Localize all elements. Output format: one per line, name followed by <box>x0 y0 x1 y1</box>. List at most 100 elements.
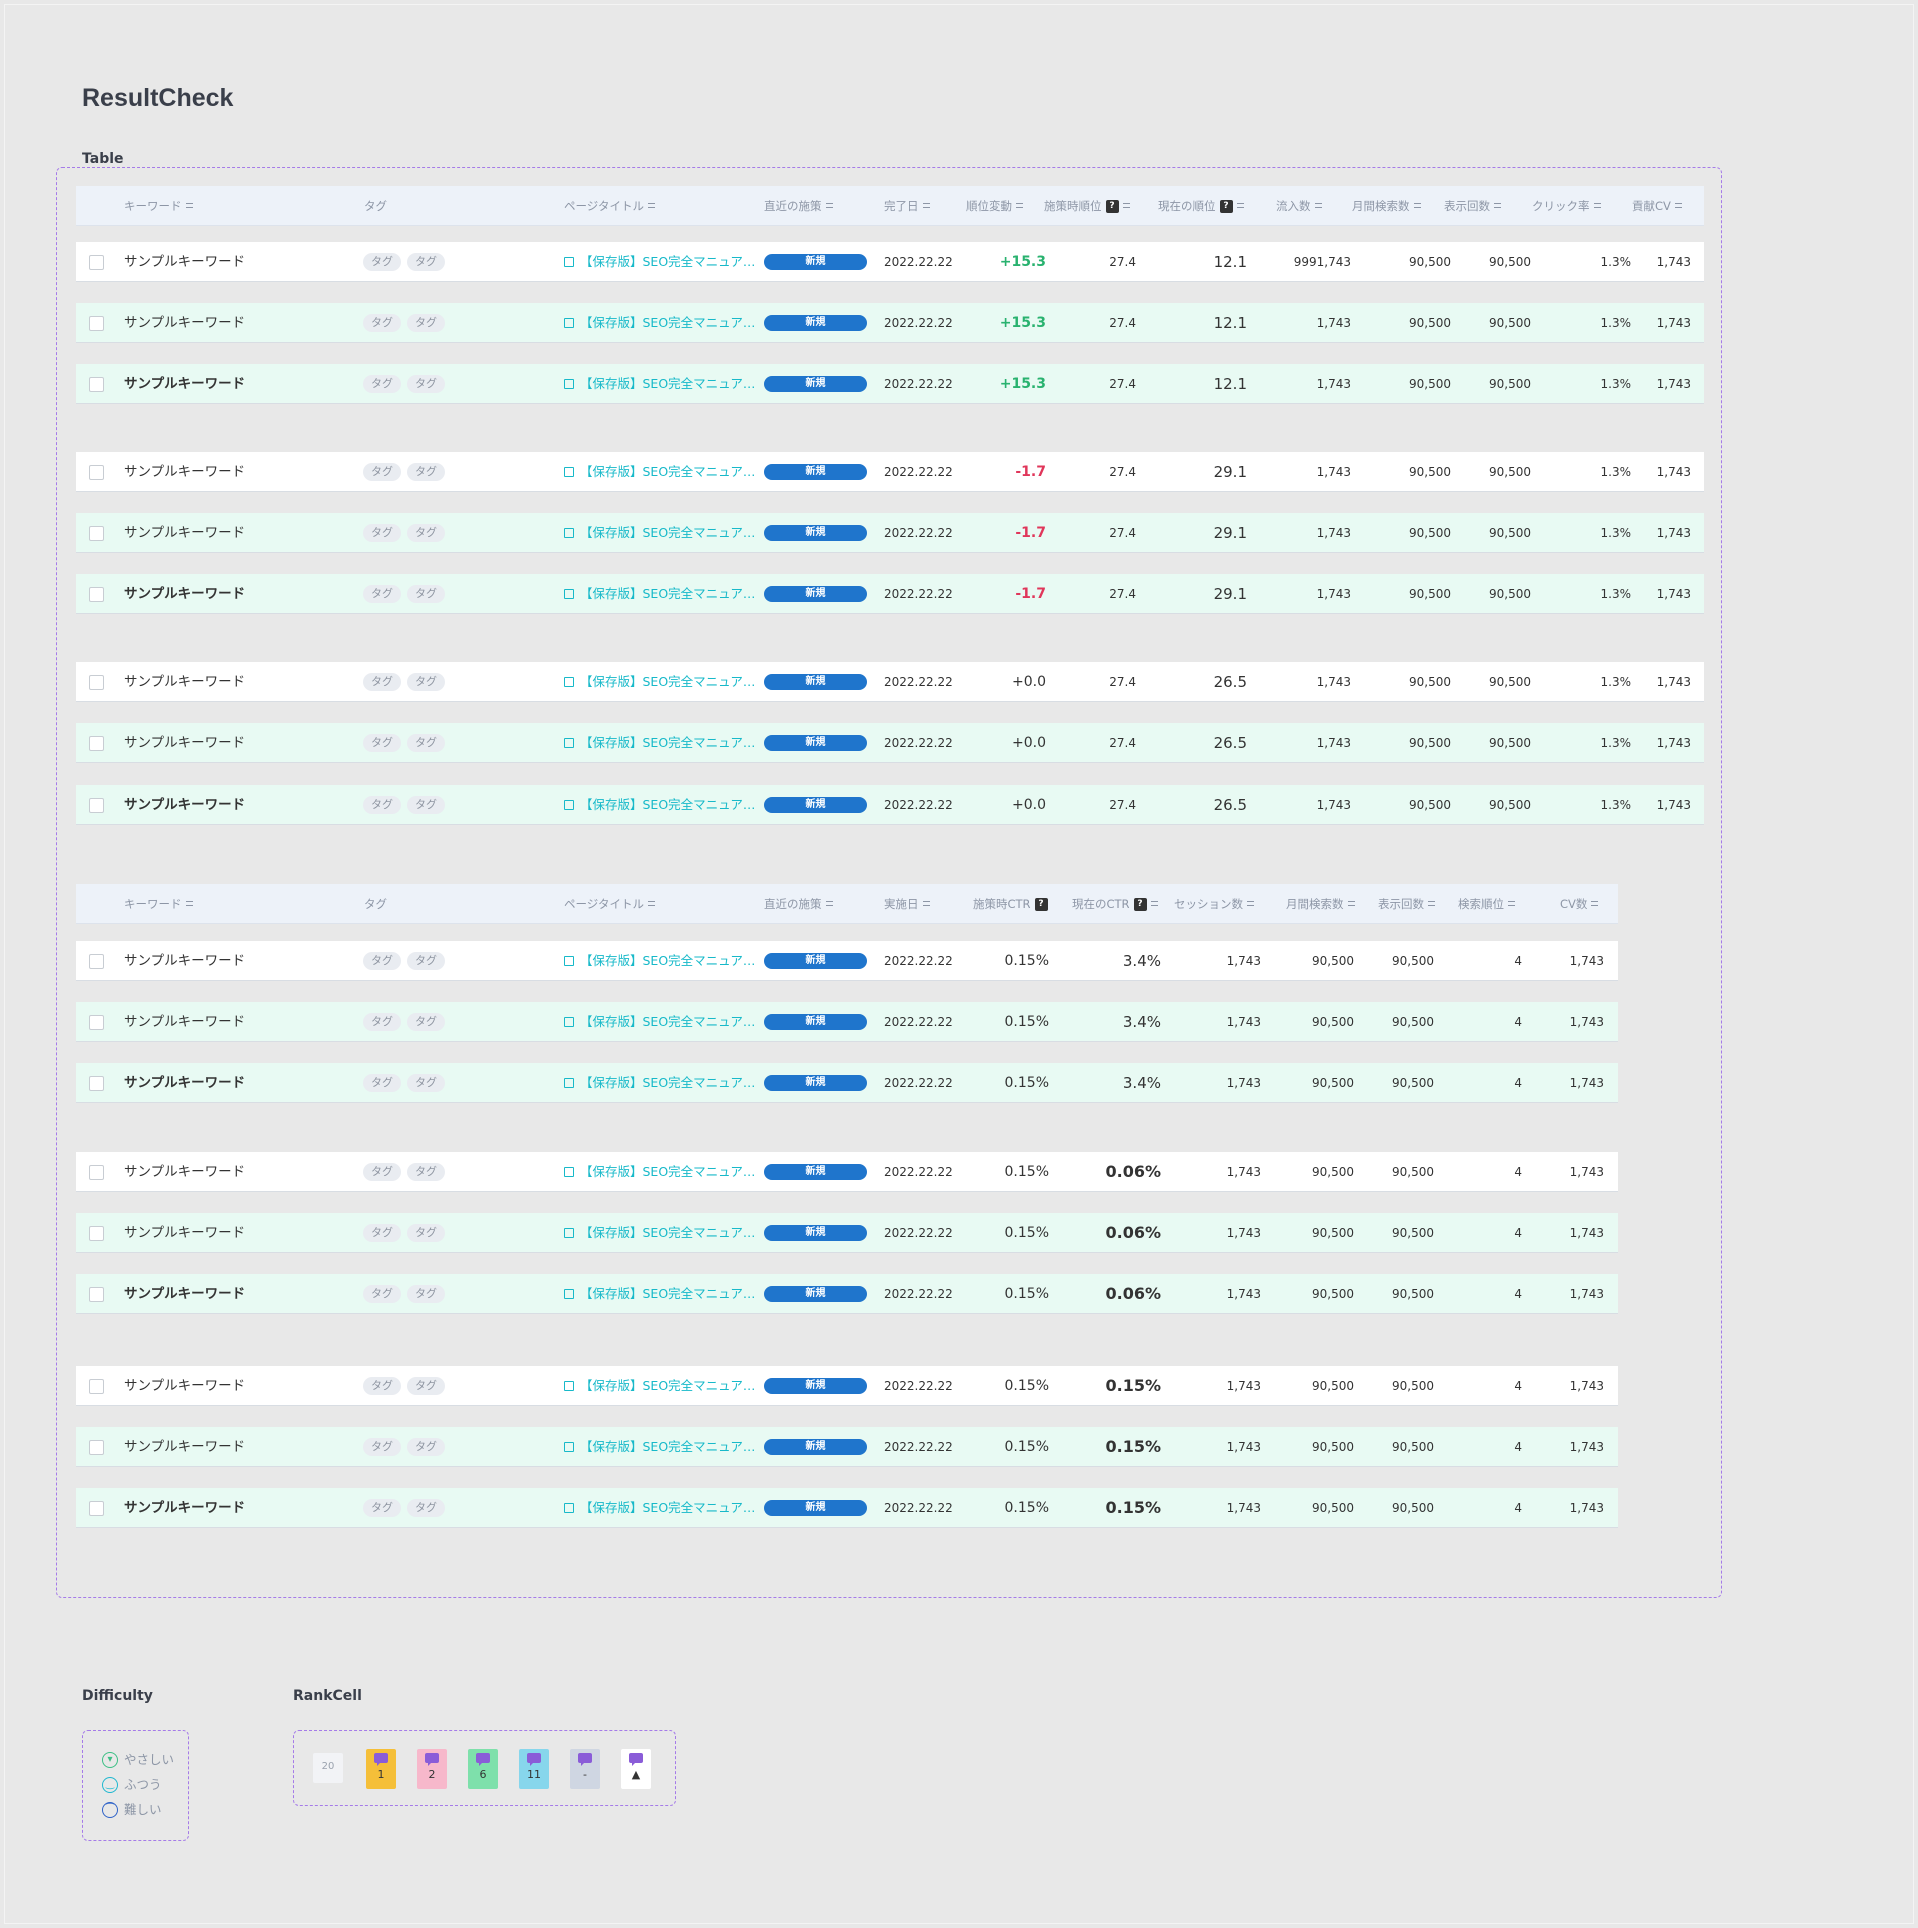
tag-chip[interactable]: タグ <box>407 733 445 752</box>
page-title-link[interactable]: 【保存版】SEO完全マニュア… <box>564 1366 755 1406</box>
header-rank-now[interactable]: 現在の順位? <box>1158 186 1244 226</box>
sort-icon[interactable] <box>1591 901 1599 906</box>
row-checkbox[interactable] <box>89 1226 104 1241</box>
header-exec-date[interactable]: 実施日 <box>884 884 930 924</box>
sort-icon[interactable] <box>648 901 656 906</box>
header-search-rank[interactable]: 検索順位 <box>1458 884 1515 924</box>
sort-icon[interactable] <box>1413 203 1421 208</box>
table-row[interactable]: サンプルキーワード タグ タグ 【保存版】SEO完全マニュア… 新規 2022.22.22… <box>76 513 1704 553</box>
tag-chip[interactable]: タグ <box>363 795 401 814</box>
header-keyword[interactable]: キーワード <box>124 186 193 226</box>
sort-icon[interactable] <box>185 203 193 208</box>
tag-chip[interactable]: タグ <box>407 1073 445 1092</box>
page-title-link[interactable]: 【保存版】SEO完全マニュア… <box>564 574 755 614</box>
sort-icon[interactable] <box>1016 203 1023 208</box>
page-title-link[interactable]: 【保存版】SEO完全マニュア… <box>564 303 755 343</box>
sort-icon[interactable] <box>1150 901 1158 906</box>
row-checkbox[interactable] <box>89 316 104 331</box>
help-icon[interactable]: ? <box>1034 898 1048 911</box>
page-title-link[interactable]: 【保存版】SEO完全マニュア… <box>564 662 755 702</box>
page-title-link[interactable]: 【保存版】SEO完全マニュア… <box>564 1063 755 1103</box>
table-row[interactable]: サンプルキーワード タグ タグ 【保存版】SEO完全マニュア… 新規 2022.22.22… <box>76 1274 1618 1314</box>
help-icon[interactable]: ? <box>1219 200 1233 213</box>
tag-chip[interactable]: タグ <box>407 1012 445 1031</box>
page-title-link[interactable]: 【保存版】SEO完全マニュア… <box>564 1152 755 1192</box>
page-title-link[interactable]: 【保存版】SEO完全マニュア… <box>564 452 755 492</box>
header-page-title[interactable]: ページタイトル <box>564 186 656 226</box>
sort-icon[interactable] <box>1314 203 1322 208</box>
header-cv[interactable]: 貢献CV <box>1632 186 1682 226</box>
header-recent[interactable]: 直近の施策 <box>764 186 833 226</box>
sort-icon[interactable] <box>1508 901 1515 906</box>
page-title-link[interactable]: 【保存版】SEO完全マニュア… <box>564 1213 755 1253</box>
row-checkbox[interactable] <box>89 1076 104 1091</box>
tag-chip[interactable]: タグ <box>363 1284 401 1303</box>
row-checkbox[interactable] <box>89 465 104 480</box>
table-row[interactable]: サンプルキーワード タグ タグ 【保存版】SEO完全マニュア… 新規 2022.22.22… <box>76 1213 1618 1253</box>
header-impressions[interactable]: 表示回数 <box>1444 186 1501 226</box>
header-keyword[interactable]: キーワード <box>124 884 193 924</box>
table-row[interactable]: サンプルキーワード タグ タグ 【保存版】SEO完全マニュア… 新規 2022.22.22… <box>76 941 1618 981</box>
tag-chip[interactable]: タグ <box>407 951 445 970</box>
row-checkbox[interactable] <box>89 1015 104 1030</box>
tag-chip[interactable]: タグ <box>363 1498 401 1517</box>
page-title-link[interactable]: 【保存版】SEO完全マニュア… <box>564 1488 755 1528</box>
tag-chip[interactable]: タグ <box>407 523 445 542</box>
header-inflow[interactable]: 流入数 <box>1276 186 1322 226</box>
row-checkbox[interactable] <box>89 587 104 602</box>
tag-chip[interactable]: タグ <box>363 462 401 481</box>
tag-chip[interactable]: タグ <box>363 374 401 393</box>
table-row[interactable]: サンプルキーワード タグ タグ 【保存版】SEO完全マニュア… 新規 2022.22.22… <box>76 364 1704 404</box>
tag-chip[interactable]: タグ <box>363 951 401 970</box>
header-done-date[interactable]: 完了日 <box>884 186 930 226</box>
tag-chip[interactable]: タグ <box>407 1223 445 1242</box>
header-monthly[interactable]: 月間検索数 <box>1352 186 1421 226</box>
header-rank-at[interactable]: 施策時順位? <box>1044 186 1130 226</box>
page-title-link[interactable]: 【保存版】SEO完全マニュア… <box>564 242 755 282</box>
tag-chip[interactable]: タグ <box>407 672 445 691</box>
table-row[interactable]: サンプルキーワード タグ タグ 【保存版】SEO完全マニュア… 新規 2022.22.22… <box>76 1063 1618 1103</box>
page-title-link[interactable]: 【保存版】SEO完全マニュア… <box>564 1002 755 1042</box>
page-title-link[interactable]: 【保存版】SEO完全マニュア… <box>564 723 755 763</box>
header-ctr-at[interactable]: 施策時CTR? <box>973 884 1048 924</box>
page-title-link[interactable]: 【保存版】SEO完全マニュア… <box>564 364 755 404</box>
table-row[interactable]: サンプルキーワード タグ タグ 【保存版】SEO完全マニュア… 新規 2022.22.22… <box>76 723 1704 763</box>
table-row[interactable]: サンプルキーワード タグ タグ 【保存版】SEO完全マニュア… 新規 2022.22.22… <box>76 452 1704 492</box>
row-checkbox[interactable] <box>89 1165 104 1180</box>
tag-chip[interactable]: タグ <box>407 462 445 481</box>
tag-chip[interactable]: タグ <box>363 523 401 542</box>
row-checkbox[interactable] <box>89 798 104 813</box>
table-row[interactable]: サンプルキーワード タグ タグ 【保存版】SEO完全マニュア… 新規 2022.22.22… <box>76 303 1704 343</box>
help-icon[interactable]: ? <box>1133 898 1147 911</box>
tag-chip[interactable]: タグ <box>363 1162 401 1181</box>
tag-chip[interactable]: タグ <box>407 1376 445 1395</box>
tag-chip[interactable]: タグ <box>363 1073 401 1092</box>
table-row[interactable]: サンプルキーワード タグ タグ 【保存版】SEO完全マニュア… 新規 2022.22.22… <box>76 1152 1618 1192</box>
table-row[interactable]: サンプルキーワード タグ タグ 【保存版】SEO完全マニュア… 新規 2022.22.22… <box>76 242 1704 282</box>
header-page-title[interactable]: ページタイトル <box>564 884 656 924</box>
tag-chip[interactable]: タグ <box>363 1012 401 1031</box>
help-icon[interactable]: ? <box>1105 200 1119 213</box>
sort-icon[interactable] <box>1247 901 1254 906</box>
sort-icon[interactable] <box>1494 203 1501 208</box>
header-ctr[interactable]: クリック率 <box>1532 186 1601 226</box>
sort-icon[interactable] <box>1428 901 1435 906</box>
tag-chip[interactable]: タグ <box>363 1437 401 1456</box>
table-row[interactable]: サンプルキーワード タグ タグ 【保存版】SEO完全マニュア… 新規 2022.22.22… <box>76 785 1704 825</box>
row-checkbox[interactable] <box>89 954 104 969</box>
sort-icon[interactable] <box>922 203 930 208</box>
tag-chip[interactable]: タグ <box>363 252 401 271</box>
header-monthly[interactable]: 月間検索数 <box>1286 884 1355 924</box>
table-row[interactable]: サンプルキーワード タグ タグ 【保存版】SEO完全マニュア… 新規 2022.22.22… <box>76 574 1704 614</box>
row-checkbox[interactable] <box>89 377 104 392</box>
header-rank-change[interactable]: 順位変動 <box>966 186 1023 226</box>
tag-chip[interactable]: タグ <box>407 1284 445 1303</box>
row-checkbox[interactable] <box>89 736 104 751</box>
page-title-link[interactable]: 【保存版】SEO完全マニュア… <box>564 941 755 981</box>
row-checkbox[interactable] <box>89 1440 104 1455</box>
tag-chip[interactable]: タグ <box>407 374 445 393</box>
header-recent[interactable]: 直近の施策 <box>764 884 833 924</box>
row-checkbox[interactable] <box>89 255 104 270</box>
row-checkbox[interactable] <box>89 526 104 541</box>
sort-icon[interactable] <box>922 901 930 906</box>
